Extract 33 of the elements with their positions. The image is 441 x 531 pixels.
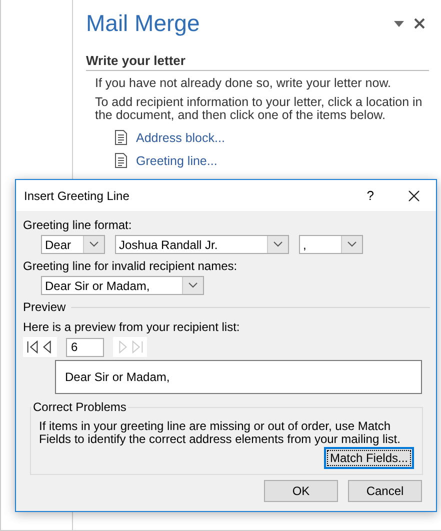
- field-label: Greeting line format:: [23, 218, 133, 232]
- chevron-down-icon[interactable]: [83, 236, 104, 253]
- instruction-text: To add recipient information to your letter, click a location in the document, and then click one of the items below.: [95, 96, 424, 122]
- record-number-field[interactable]: 6: [66, 338, 104, 356]
- help-button[interactable]: ?: [366, 188, 374, 203]
- greeting-link[interactable]: Address block...: [136, 130, 225, 144]
- field-label: Here is a preview from your recipient list:: [23, 320, 241, 334]
- punctuation-dropdown[interactable]: ,: [299, 235, 363, 254]
- ok-button[interactable]: OK: [264, 480, 338, 502]
- first-record-icon[interactable]: [25, 339, 40, 355]
- cancel-button[interactable]: Cancel: [348, 480, 422, 502]
- chevron-down-icon[interactable]: [341, 236, 362, 253]
- salutation-dropdown[interactable]: Dear: [41, 235, 105, 254]
- preview-text: Dear Sir or Madam,: [65, 370, 170, 384]
- document-icon: [115, 130, 127, 145]
- section-title: Write your letter: [86, 53, 429, 71]
- invalid-greeting-dropdown[interactable]: Dear Sir or Madam,: [41, 276, 204, 295]
- name-format-dropdown[interactable]: Joshua Randall Jr.: [115, 235, 289, 254]
- chevron-down-icon[interactable]: [182, 277, 203, 294]
- close-icon[interactable]: [408, 190, 420, 202]
- dropdown-icon[interactable]: [394, 20, 404, 26]
- help-text: If items in your greeting line are missing or out of order, use Match Fields to identify the correct address elements from your mailing list.: [39, 420, 402, 446]
- document-icon: [115, 153, 127, 168]
- close-icon[interactable]: [414, 18, 425, 29]
- greeting-link[interactable]: Greeting line...: [136, 154, 218, 168]
- group-heading: Preview: [23, 300, 66, 314]
- pane-title: Mail Merge: [86, 10, 201, 37]
- group-heading: Correct Problems: [32, 400, 128, 414]
- dialog-title: Insert Greeting Line: [24, 188, 130, 202]
- match-fields-button[interactable]: Match Fields...: [324, 447, 414, 469]
- chevron-down-icon[interactable]: [267, 236, 288, 253]
- field-label: Greeting line for invalid recipient names:: [23, 259, 238, 273]
- instruction-text: If you have not already done so, write your letter now.: [95, 77, 392, 90]
